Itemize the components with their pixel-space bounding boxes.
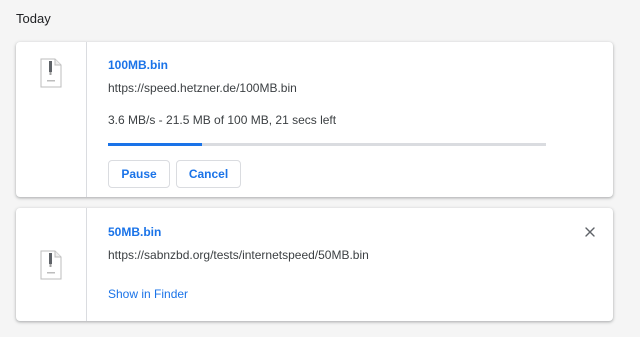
show-in-finder-link[interactable]: Show in Finder bbox=[108, 287, 188, 301]
file-icon-column bbox=[16, 208, 87, 321]
download-url: https://sabnzbd.org/tests/internetspeed/… bbox=[108, 248, 369, 262]
close-icon[interactable] bbox=[583, 225, 597, 239]
progress-bar bbox=[108, 143, 546, 146]
download-details: 100MB.bin https://speed.hetzner.de/100MB… bbox=[87, 42, 613, 197]
download-item: 50MB.bin https://sabnzbd.org/tests/inter… bbox=[16, 208, 613, 321]
file-icon-column bbox=[16, 42, 87, 197]
section-title: Today bbox=[16, 11, 51, 26]
download-details: 50MB.bin https://sabnzbd.org/tests/inter… bbox=[87, 208, 613, 321]
download-item: 100MB.bin https://speed.hetzner.de/100MB… bbox=[16, 42, 613, 197]
progress-bar-fill bbox=[108, 143, 203, 146]
document-file-icon bbox=[40, 58, 62, 88]
cancel-button[interactable]: Cancel bbox=[176, 160, 241, 188]
download-status: 3.6 MB/s - 21.5 MB of 100 MB, 21 secs le… bbox=[108, 113, 337, 127]
document-file-icon bbox=[40, 250, 62, 279]
filename-link[interactable]: 50MB.bin bbox=[108, 225, 161, 239]
downloads-page: Today 100MB.bin https://speed.hetzner.de… bbox=[0, 0, 640, 337]
download-url: https://speed.hetzner.de/100MB.bin bbox=[108, 81, 297, 95]
pause-button[interactable]: Pause bbox=[108, 160, 170, 188]
filename-link[interactable]: 100MB.bin bbox=[108, 58, 168, 72]
